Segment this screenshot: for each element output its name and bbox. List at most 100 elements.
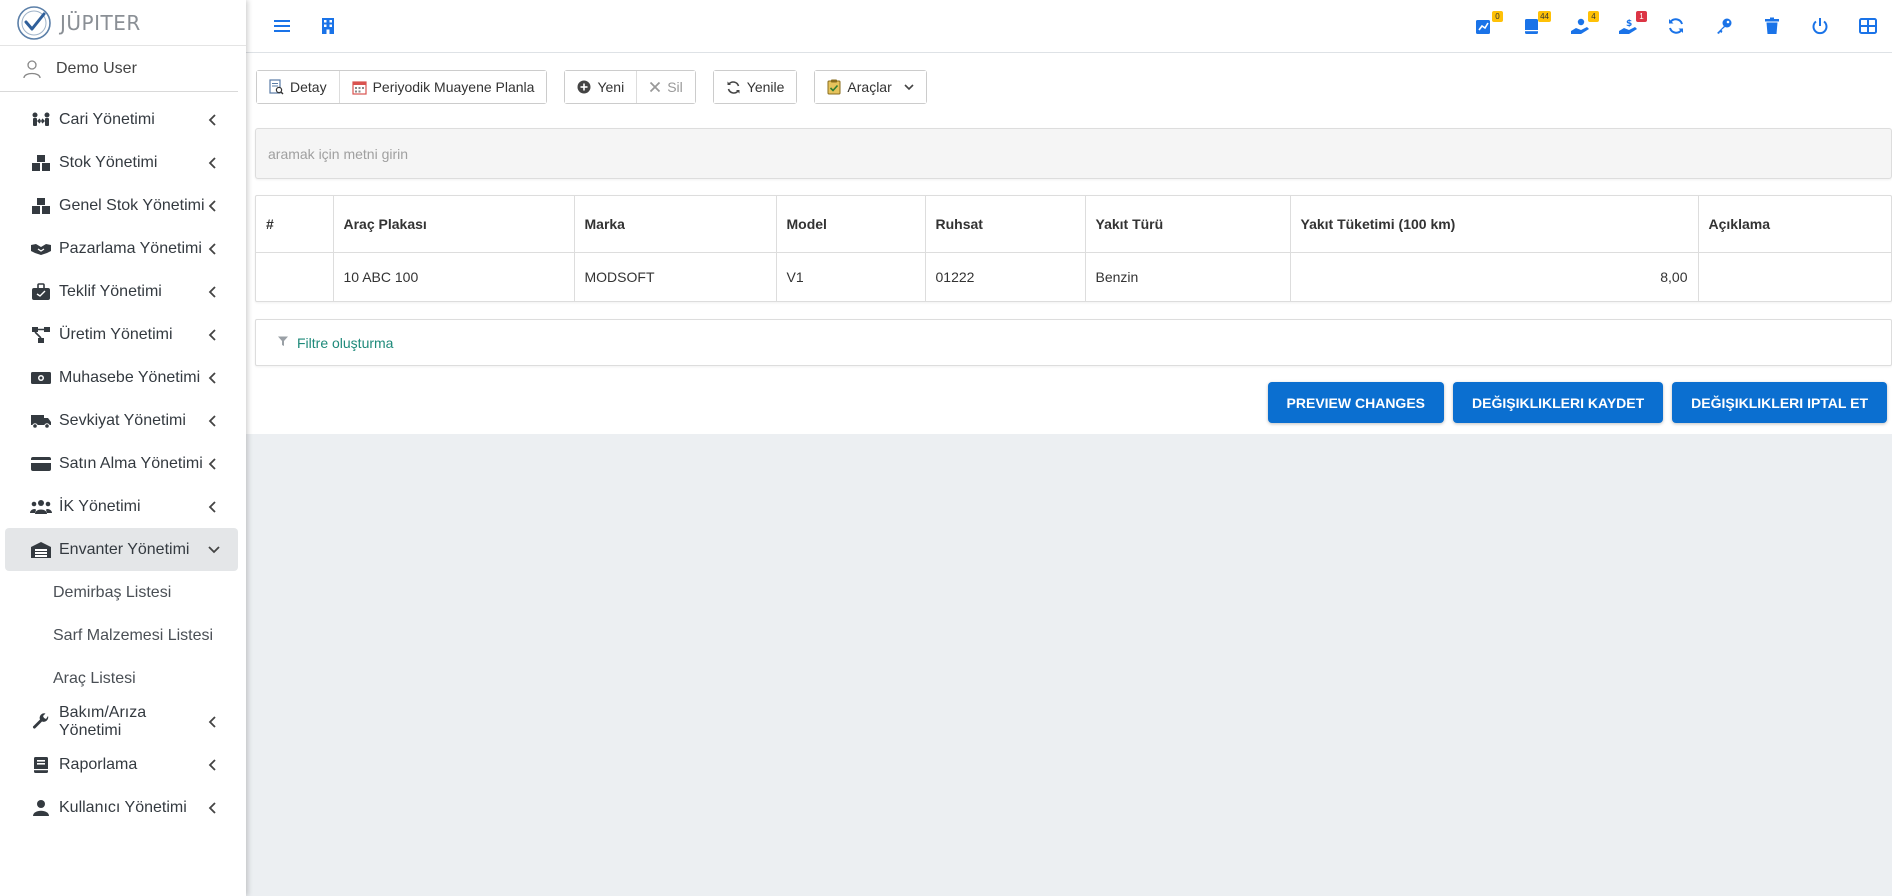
new-button[interactable]: Yeni [565,71,638,103]
cell-description[interactable] [1698,252,1891,301]
wrench-icon [29,712,53,732]
cell-plate[interactable]: 10 ABC 100 [333,252,575,301]
chevron-left-icon [208,199,220,213]
chevron-down-icon [904,83,914,91]
toolbar-group-tools: Araçlar [814,70,927,104]
sidebar-item-genel-stok[interactable]: Genel Stok Yönetimi [5,184,238,227]
sidebar-item-teklif[interactable]: Teklif Yönetimi [5,270,238,313]
filter-builder[interactable]: Filtre oluşturma [255,319,1892,366]
column-header-fuel-type[interactable]: Yakıt Türü [1085,196,1291,253]
toolbar: Detay Periyodik Muayene Planla Yeni Sil [256,70,944,104]
schedule-inspection-label: Periyodik Muayene Planla [372,79,535,95]
user-name: Demo User [56,59,137,77]
document-search-icon [269,79,284,95]
column-header-description[interactable]: Açıklama [1698,196,1891,253]
sidebar-item-satin-alma[interactable]: Satın Alma Yönetimi [5,442,238,485]
cell-brand[interactable]: MODSOFT [574,252,777,301]
chevron-left-icon [208,715,220,729]
chevron-left-icon [208,371,220,385]
key-icon[interactable] [1712,14,1736,38]
boxes-icon [29,196,53,216]
cell-model[interactable]: V1 [776,252,926,301]
warehouse-icon [29,540,53,560]
vehicle-grid: # Araç Plakası Marka Model Ruhsat Yakıt … [255,195,1892,302]
save-changes-button[interactable]: DEĞIŞIKLIKLERI KAYDET [1453,382,1664,423]
chart-icon[interactable]: 0 [1472,11,1503,38]
sidebar-item-label: Stok Yönetimi [59,153,158,171]
sidebar-item-uretim[interactable]: Üretim Yönetimi [5,313,238,356]
sidebar-subitem-arac-listesi[interactable]: Araç Listesi [0,657,246,700]
money-bill-icon [29,368,53,388]
book-icon[interactable]: 44 [1520,11,1551,38]
tools-button-label: Araçlar [847,79,892,95]
sidebar-item-stok[interactable]: Stok Yönetimi [5,141,238,184]
plus-circle-icon [577,80,591,94]
trash-icon[interactable] [1760,14,1784,38]
column-header-fuel-consumption[interactable]: Yakıt Tüketimi (100 km) [1290,196,1699,253]
sidebar-item-muhasebe[interactable]: Muhasebe Yönetimi [5,356,238,399]
cell-index[interactable] [256,252,334,301]
grid-layout-icon[interactable] [1856,14,1880,38]
users-icon [29,497,53,517]
sidebar-item-sevkiyat[interactable]: Sevkiyat Yönetimi [5,399,238,442]
close-icon [649,81,661,93]
column-header-plate[interactable]: Araç Plakası [333,196,575,253]
sidebar-item-label: Üretim Yönetimi [59,325,173,343]
filter-builder-label: Filtre oluşturma [297,334,394,351]
preview-changes-button[interactable]: PREVIEW CHANGES [1267,382,1444,423]
chevron-left-icon [208,328,220,342]
sidebar-item-label: Bakım/Arıza Yönetimi [59,703,147,739]
sidebar-item-label: Muhasebe Yönetimi [59,368,201,386]
detail-button[interactable]: Detay [257,71,340,103]
delete-button[interactable]: Sil [637,71,695,103]
sidebar-item-bakim-ariza[interactable]: Bakım/Arıza Yönetimi [5,700,238,743]
user-panel[interactable]: Demo User [0,46,238,92]
sidebar-item-kullanici[interactable]: Kullanıcı Yönetimi [5,786,238,829]
new-button-label: Yeni [597,79,625,95]
sidebar-subitem-sarf-malzemesi[interactable]: Sarf Malzemesi Listesi [0,614,246,657]
sidebar-item-pazarlama[interactable]: Pazarlama Yönetimi [5,227,238,270]
sidebar-item-label: Teklif Yönetimi [59,282,162,300]
tools-dropdown-button[interactable]: Araçlar [815,71,926,103]
sidebar-item-raporlama[interactable]: Raporlama [5,743,238,786]
table-row[interactable]: 10 ABC 100 MODSOFT V1 01222 Benzin 8,00 [256,252,1891,301]
dollar-hand-icon[interactable]: $ 1 [1616,11,1647,38]
column-header-index[interactable]: # [256,196,334,253]
cancel-changes-button[interactable]: DEĞIŞIKLIKLERI IPTAL ET [1672,382,1887,423]
hamburger-menu-icon[interactable] [270,14,294,38]
search-input[interactable] [256,129,1891,178]
truck-icon [29,411,53,431]
cell-fuel-type[interactable]: Benzin [1085,252,1291,301]
power-icon[interactable] [1808,14,1832,38]
user-hand-icon[interactable]: 4 [1568,11,1599,38]
table-header-row: # Araç Plakası Marka Model Ruhsat Yakıt … [256,196,1891,253]
chevron-down-icon [208,543,220,557]
cell-fuel-consumption[interactable]: 8,00 [1290,252,1699,301]
sidebar-subitem-demirbas[interactable]: Demirbaş Listesi [0,571,246,614]
column-header-brand[interactable]: Marka [574,196,777,253]
chevron-left-icon [208,156,220,170]
sidebar-item-label: Satın Alma Yönetimi [59,454,203,472]
sidebar-item-ik[interactable]: İK Yönetimi [5,485,238,528]
column-header-license[interactable]: Ruhsat [925,196,1086,253]
action-buttons: PREVIEW CHANGES DEĞIŞIKLIKLERI KAYDET DE… [1267,382,1887,423]
sidebar-item-label: Cari Yönetimi [59,110,155,128]
chevron-left-icon [208,500,220,514]
book-badge: 44 [1538,11,1551,22]
sidebar-item-cari[interactable]: Cari Yönetimi [5,98,238,141]
refresh-button[interactable]: Yenile [713,71,797,103]
detail-button-label: Detay [290,79,327,95]
brand[interactable]: JÜPITER [0,0,246,46]
sidebar-item-envanter[interactable]: Envanter Yönetimi [5,528,238,571]
sync-icon[interactable] [1664,14,1688,38]
chart-badge: 0 [1492,11,1503,22]
toolbar-group-edit: Yeni Sil [564,70,696,104]
cell-license[interactable]: 01222 [925,252,1086,301]
column-header-model[interactable]: Model [776,196,926,253]
chevron-left-icon [208,414,220,428]
toolbar-group-refresh: Yenile [712,70,798,104]
building-icon[interactable] [316,14,340,38]
schedule-inspection-button[interactable]: Periyodik Muayene Planla [339,71,547,103]
briefcase-icon [29,282,53,302]
delete-button-label: Sil [667,79,683,95]
